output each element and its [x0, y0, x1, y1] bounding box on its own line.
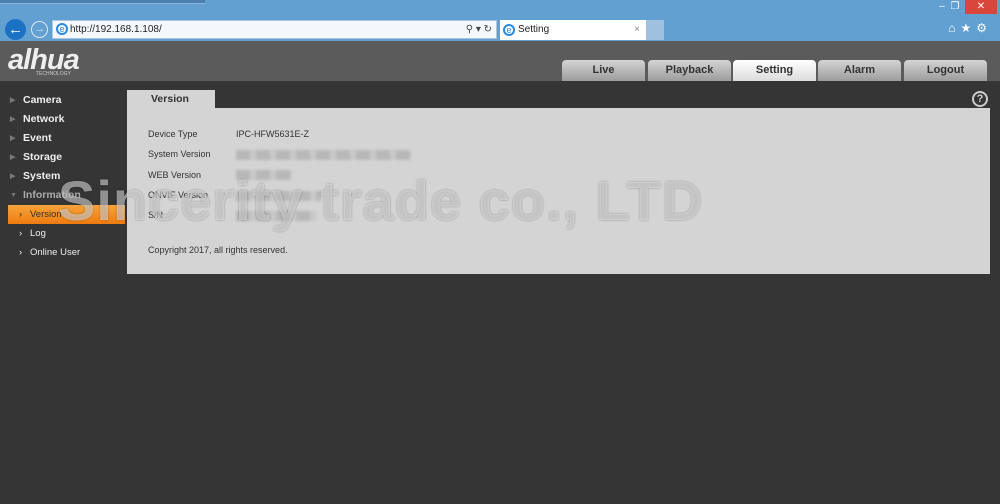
sidebar-item-event[interactable]: ▶ Event [0, 129, 125, 148]
panel-tab-version[interactable]: Version [127, 90, 215, 109]
sidebar-label: Online User [30, 247, 81, 258]
forward-button[interactable]: → [31, 21, 48, 38]
sidebar-label: Event [23, 132, 52, 144]
tab-title: Setting [518, 24, 550, 35]
expand-arrow-icon: ▶ [10, 135, 16, 142]
search-refresh-icons[interactable]: ⚲ ▾ ↻ [466, 21, 492, 38]
sidebar-item-system[interactable]: ▶ System [0, 167, 125, 186]
sidebar-label: Information [23, 189, 81, 201]
home-favorites-settings-icons[interactable]: ⌂★⚙ [948, 21, 992, 35]
sn-redacted [236, 211, 316, 221]
sidebar-label: Log [30, 228, 46, 239]
expand-arrow-icon: ▶ [10, 116, 16, 123]
chevron-right-icon: › [19, 228, 23, 239]
system-version-redacted [236, 150, 411, 160]
ie-icon: e [56, 23, 68, 35]
back-button[interactable]: ← [5, 19, 26, 40]
url-text: http://192.168.1.108/ [70, 24, 162, 35]
version-panel: Device Type IPC-HFW5631E-Z System Versio… [127, 108, 990, 274]
sidebar-item-camera[interactable]: ▶ Camera [0, 91, 125, 110]
tab-setting[interactable]: Setting [733, 60, 816, 81]
expand-arrow-icon: ▶ [10, 97, 16, 104]
tab-live[interactable]: Live [562, 60, 645, 81]
sidebar-subitem-log[interactable]: › Log [0, 224, 125, 243]
close-window-icon[interactable]: ✕ [965, 0, 997, 14]
sidebar-label: System [23, 170, 61, 182]
sidebar: ▶ Camera ▶ Network ▶ Event ▶ Storage ▶ System… [0, 91, 125, 262]
expand-arrow-icon: ▶ [10, 173, 16, 180]
onvif-version-redacted [236, 191, 321, 201]
browser-tab[interactable]: e Setting × [500, 20, 646, 40]
new-tab-button[interactable] [646, 20, 664, 40]
browser-chrome: ← → e http://192.168.1.108/ ⚲ ▾ ↻ e Sett… [0, 0, 1000, 41]
chevron-right-icon: › [19, 247, 23, 258]
web-version-redacted [236, 170, 292, 180]
sidebar-item-storage[interactable]: ▶ Storage [0, 148, 125, 167]
sidebar-label: Storage [23, 151, 63, 163]
device-type-label: Device Type [148, 129, 198, 139]
logo-subtitle: TECHNOLOGY [36, 71, 72, 77]
close-tab-icon[interactable]: × [634, 20, 640, 40]
ie-icon: e [503, 24, 515, 36]
device-type-value: IPC-HFW5631E-Z [236, 129, 310, 139]
chevron-right-icon: › [19, 209, 23, 220]
maximize-icon[interactable]: ❐ [945, 0, 965, 14]
sidebar-label: Camera [23, 94, 62, 106]
sidebar-label: Network [23, 113, 65, 125]
onvif-version-label: ONVIF Version [148, 190, 209, 200]
help-icon[interactable]: ? [972, 91, 988, 107]
web-version-label: WEB Version [148, 170, 202, 180]
collapse-arrow-icon: ▼ [10, 192, 17, 199]
tab-playback[interactable]: Playback [648, 60, 731, 81]
tab-alarm[interactable]: Alarm [818, 60, 901, 81]
sidebar-subitem-online-user[interactable]: › Online User [0, 243, 125, 262]
app-header: alhua TECHNOLOGY Live Playback Setting A… [0, 41, 1000, 81]
titlebar-fragment [0, 0, 205, 4]
system-version-label: System Version [148, 149, 211, 159]
tab-logout[interactable]: Logout [904, 60, 987, 81]
sidebar-item-information[interactable]: ▼ Information [0, 186, 125, 205]
copyright-text: Copyright 2017, all rights reserved. [148, 245, 288, 255]
expand-arrow-icon: ▶ [10, 154, 16, 161]
address-bar[interactable]: e http://192.168.1.108/ ⚲ ▾ ↻ [52, 20, 497, 39]
sn-label: S/N [148, 210, 164, 220]
sidebar-subitem-version[interactable]: › Version [8, 205, 125, 224]
sidebar-item-network[interactable]: ▶ Network [0, 110, 125, 129]
sidebar-label: Version [30, 209, 62, 220]
